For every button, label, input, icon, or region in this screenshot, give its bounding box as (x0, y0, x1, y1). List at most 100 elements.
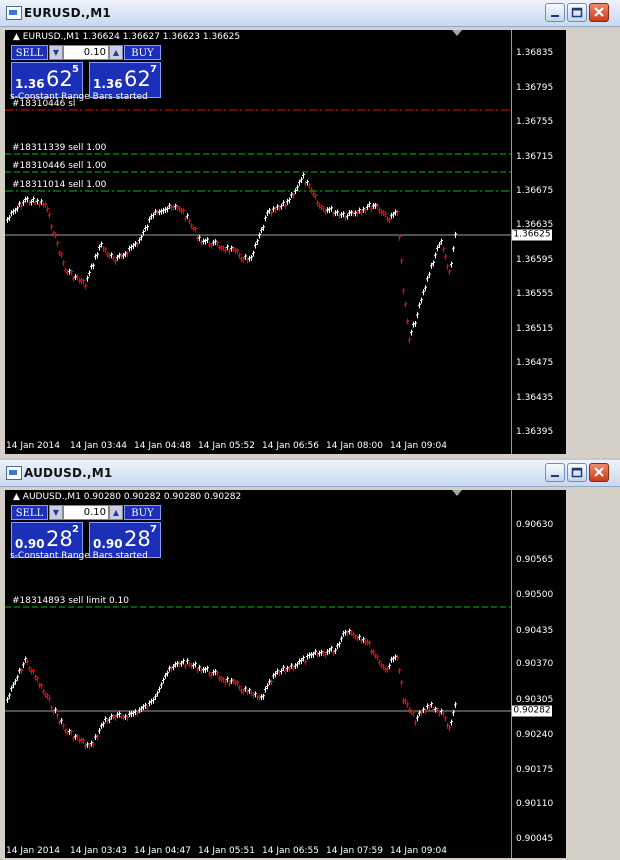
price-bar (110, 252, 113, 259)
price-bar (436, 706, 439, 713)
y-tick-label: 0.90110 (516, 799, 554, 809)
price-axis[interactable]: 1.36835 1.36795 1.36755 1.36715 1.36675 … (511, 30, 561, 454)
buy-button[interactable]: BUY (124, 45, 161, 60)
price-bar (434, 252, 437, 259)
price-bar (218, 675, 221, 682)
volume-down-icon[interactable]: ▼ (49, 45, 63, 60)
volume-up-icon[interactable]: ▲ (109, 45, 123, 60)
price-bar (402, 288, 405, 295)
price-bar (192, 662, 195, 669)
y-tick-label: 0.90630 (516, 520, 554, 530)
x-tick-label: 14 Jan 03:44 (70, 441, 127, 451)
price-bar (166, 670, 169, 677)
collapse-triangle-icon[interactable]: ▲ (13, 32, 20, 42)
price-bar (428, 271, 431, 278)
minimize-button[interactable] (545, 3, 565, 22)
price-bar (240, 687, 243, 694)
collapse-triangle-icon[interactable]: ▲ (13, 492, 20, 502)
title-bar[interactable]: AUDUSD.,M1 (0, 460, 620, 487)
price-bar (68, 268, 71, 275)
y-tick-label: 0.90370 (516, 659, 554, 669)
price-bar (364, 638, 367, 645)
order-label[interactable]: #18310446 sell 1.00 (12, 161, 106, 171)
price-bar (416, 715, 419, 722)
price-bar (204, 238, 207, 245)
close-button[interactable] (589, 3, 609, 22)
volume-input[interactable]: 0.10 (63, 505, 109, 520)
price-bar (422, 289, 425, 296)
price-bar (114, 258, 117, 265)
price-bar (340, 636, 343, 643)
sell-button[interactable]: SELL (11, 45, 48, 60)
price-bar (12, 208, 15, 215)
volume-input[interactable]: 0.10 (63, 45, 109, 60)
price-bar (166, 206, 169, 213)
price-bar (416, 312, 419, 319)
x-tick-label: 14 Jan 03:43 (70, 846, 127, 856)
chart-shift-marker[interactable] (452, 30, 462, 36)
price-bar (40, 682, 43, 689)
price-bar (306, 179, 309, 186)
chart-shift-marker[interactable] (452, 490, 462, 496)
price-bar (352, 632, 355, 639)
price-bar (186, 213, 189, 220)
window-title: EURUSD.,M1 (24, 6, 111, 20)
price-bar (82, 737, 85, 744)
price-bar (284, 203, 287, 210)
title-bar[interactable]: EURUSD.,M1 (0, 0, 620, 27)
order-label-sl[interactable]: #18310446 sl (12, 99, 75, 109)
volume-up-icon[interactable]: ▲ (109, 505, 123, 520)
y-tick-label: 1.36395 (516, 427, 554, 437)
price-bar (344, 629, 347, 636)
order-label[interactable]: #18314893 sell limit 0.10 (12, 596, 129, 606)
price-bar (50, 705, 53, 712)
volume-down-icon[interactable]: ▼ (49, 505, 63, 520)
price-bar (210, 672, 213, 679)
y-tick-label: 0.90500 (516, 590, 554, 600)
price-bar (86, 741, 89, 748)
price-bar (342, 630, 345, 637)
price-bar (194, 661, 197, 668)
price-bar (246, 689, 249, 696)
sell-button[interactable]: SELL (11, 505, 48, 520)
minimize-button[interactable] (545, 463, 565, 482)
price-bar (206, 237, 209, 244)
order-label[interactable]: #18311339 sell 1.00 (12, 143, 106, 153)
price-bar (44, 201, 47, 208)
current-price-label: 1.36625 (512, 229, 552, 241)
price-bar (12, 682, 15, 689)
price-axis[interactable]: 0.90630 0.90565 0.90500 0.90435 0.90370 … (511, 490, 561, 858)
price-bar (314, 193, 317, 200)
close-button[interactable] (589, 463, 609, 482)
ask-price-prefix: 0.90 (93, 537, 123, 551)
price-bar (8, 215, 11, 222)
price-bar (10, 210, 13, 217)
price-bar (124, 713, 127, 720)
price-bar (406, 701, 409, 708)
price-bar (36, 198, 39, 205)
price-bar (24, 656, 27, 663)
maximize-button[interactable] (567, 3, 587, 22)
one-click-trading-panel: SELL ▼ 0.10 ▲ BUY 1.36 62 5 1.36 62 7 (11, 43, 162, 99)
chart-window-icon (6, 466, 22, 480)
maximize-button[interactable] (567, 463, 587, 482)
price-bar (450, 719, 453, 726)
price-bar (248, 255, 251, 262)
price-chart[interactable]: ▲ EURUSD.,M1 1.36624 1.36627 1.36623 1.3… (5, 30, 566, 454)
price-chart[interactable]: ▲ AUDUSD.,M1 0.90280 0.90282 0.90280 0.9… (5, 490, 566, 858)
price-bar (370, 206, 373, 213)
price-bar (372, 649, 375, 656)
price-bar (336, 642, 339, 649)
price-bar (20, 203, 23, 210)
price-bar (338, 641, 341, 648)
price-bar (332, 211, 335, 218)
ask-price-fraction: 7 (150, 524, 157, 535)
price-bar (54, 707, 57, 714)
maximize-icon (571, 7, 583, 18)
buy-button[interactable]: BUY (124, 505, 161, 520)
order-label[interactable]: #18311014 sell 1.00 (12, 180, 106, 190)
price-bar (184, 663, 187, 670)
price-bar (406, 318, 409, 325)
price-bar (8, 692, 11, 699)
price-bar (414, 719, 417, 726)
